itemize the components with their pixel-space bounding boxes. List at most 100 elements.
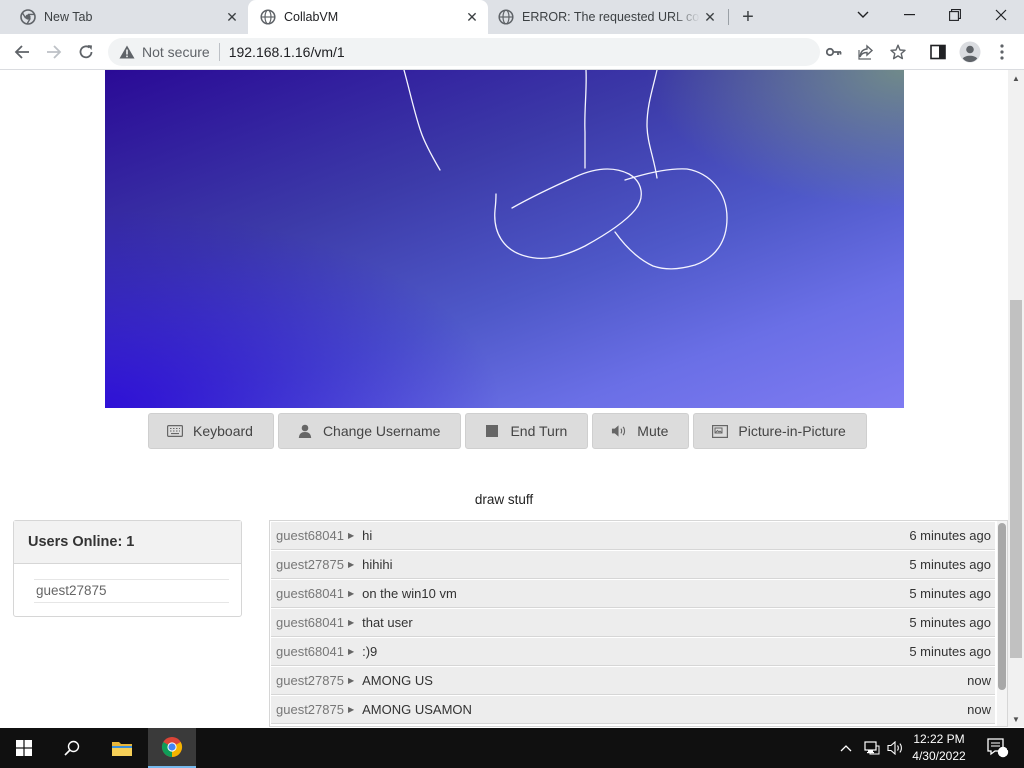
chat-text: on the win10 vm [362,586,457,601]
chat-username[interactable]: guest68041 [276,586,344,601]
reload-button[interactable] [72,38,100,66]
notification-count: 1 [1006,742,1012,752]
chat-text: hihihi [362,557,393,572]
picture-in-picture-button[interactable]: Picture-in-Picture [693,413,867,449]
chat-text: hi [362,528,373,543]
vm-controls: Keyboard Change Username End Turn Mute P… [148,413,867,449]
warning-icon[interactable] [118,45,136,59]
chat-timestamp: 5 minutes ago [909,557,991,572]
chat-scrollbar[interactable] [997,521,1007,726]
caret-right-icon: ▶ [347,618,355,627]
chat-text: AMONG US [362,673,433,688]
tab-title: New Tab [44,10,93,24]
globe-icon [260,9,276,25]
chat-scrollbar-thumb[interactable] [998,523,1006,690]
vm-drawing [403,70,728,270]
keyboard-icon [167,424,183,438]
url-text[interactable]: 192.168.1.16/vm/1 [229,44,345,60]
tab-strip: New Tab ✕ CollabVM ✕ ERROR: The requeste… [0,0,1024,34]
caret-right-icon: ▶ [347,647,355,656]
chat-text: AMONG USAMON [362,702,472,717]
windows-logo-icon [16,740,32,756]
tab-error[interactable]: ERROR: The requested URL could not be re… [488,0,726,34]
end-turn-label: End Turn [510,423,568,439]
network-icon[interactable] [860,728,884,768]
close-icon[interactable]: ✕ [462,7,482,27]
chat-username[interactable]: guest68041 [276,644,344,659]
chrome-icon [20,9,36,25]
picture-in-picture-icon [712,424,729,438]
chat-message: guest68041 ▶ hi 6 minutes ago [271,522,995,550]
mute-button[interactable]: Mute [592,413,690,449]
restore-button[interactable] [932,0,978,30]
back-button[interactable] [8,38,36,66]
chat-username[interactable]: guest68041 [276,615,344,630]
mute-label: Mute [637,423,669,439]
chat-message: guest68041 ▶ on the win10 vm 5 minutes a… [271,580,995,608]
key-icon[interactable] [820,38,848,66]
file-explorer-button[interactable] [98,728,146,768]
search-button[interactable] [48,728,96,768]
close-icon[interactable]: ✕ [222,7,242,27]
tab-title: ERROR: The requested URL could not be re… [522,10,700,24]
end-turn-button[interactable]: End Turn [465,413,589,449]
clock-date: 4/30/2022 [912,749,966,763]
tab-search-icon[interactable] [840,0,886,30]
taskbar-clock[interactable]: 12:22 PM 4/30/2022 [906,731,972,765]
action-center-button[interactable]: 1 [978,728,1018,768]
chat-username[interactable]: guest27875 [276,702,344,717]
start-button[interactable] [0,728,48,768]
chat-username[interactable]: guest27875 [276,557,344,572]
search-icon [64,740,80,756]
forward-button[interactable] [40,38,68,66]
caret-right-icon: ▶ [347,560,355,569]
side-panel-icon[interactable] [924,38,952,66]
close-window-button[interactable] [978,0,1024,30]
chat-timestamp: now [967,702,991,717]
chat-timestamp: 5 minutes ago [909,644,991,659]
chat-timestamp: 5 minutes ago [909,586,991,601]
menu-icon[interactable] [988,38,1016,66]
vm-display[interactable] [105,70,904,408]
browser-toolbar: Not secure 192.168.1.16/vm/1 [0,34,1024,70]
chrome-icon [161,737,183,758]
chat-timestamp: now [967,673,991,688]
caret-right-icon: ▶ [347,589,355,598]
clock-time: 12:22 PM [913,732,965,746]
security-label: Not secure [142,44,210,60]
close-icon[interactable]: ✕ [700,7,720,27]
minimize-button[interactable] [886,0,932,30]
user-list-item[interactable]: guest27875 [34,579,229,603]
address-bar[interactable]: Not secure 192.168.1.16/vm/1 [108,38,820,66]
chrome-taskbar-button[interactable] [148,728,196,768]
tab-collabvm[interactable]: CollabVM ✕ [248,0,488,34]
new-tab-button[interactable]: + [736,5,760,29]
page-scrollbar[interactable]: ▲ ▼ [1008,70,1024,727]
speaker-icon [611,424,627,438]
globe-icon [498,9,514,25]
volume-icon[interactable] [884,728,906,768]
show-hidden-icons-chevron-icon[interactable] [836,728,856,768]
caret-right-icon: ▶ [347,676,355,685]
taskbar: 12:22 PM 4/30/2022 1 [0,728,1024,768]
scroll-up-arrow-icon[interactable]: ▲ [1008,70,1024,86]
chat-timestamp: 5 minutes ago [909,615,991,630]
chat-timestamp: 6 minutes ago [909,528,991,543]
share-icon[interactable] [852,38,880,66]
chat-username[interactable]: guest68041 [276,528,344,543]
profile-avatar-icon[interactable] [956,38,984,66]
chat-username[interactable]: guest27875 [276,673,344,688]
keyboard-label: Keyboard [193,423,253,439]
page-content: Keyboard Change Username End Turn Mute P… [0,70,1008,727]
change-username-label: Change Username [322,423,441,439]
page-scrollbar-thumb[interactable] [1010,300,1022,658]
bookmark-star-icon[interactable] [884,38,912,66]
scroll-down-arrow-icon[interactable]: ▼ [1008,711,1024,727]
users-online-label: Users Online: [28,534,123,550]
tab-new-tab[interactable]: New Tab ✕ [0,0,248,34]
users-online-count: 1 [126,534,135,550]
caret-right-icon: ▶ [347,705,355,714]
stop-icon [484,424,500,438]
keyboard-button[interactable]: Keyboard [148,413,274,449]
change-username-button[interactable]: Change Username [277,413,462,449]
